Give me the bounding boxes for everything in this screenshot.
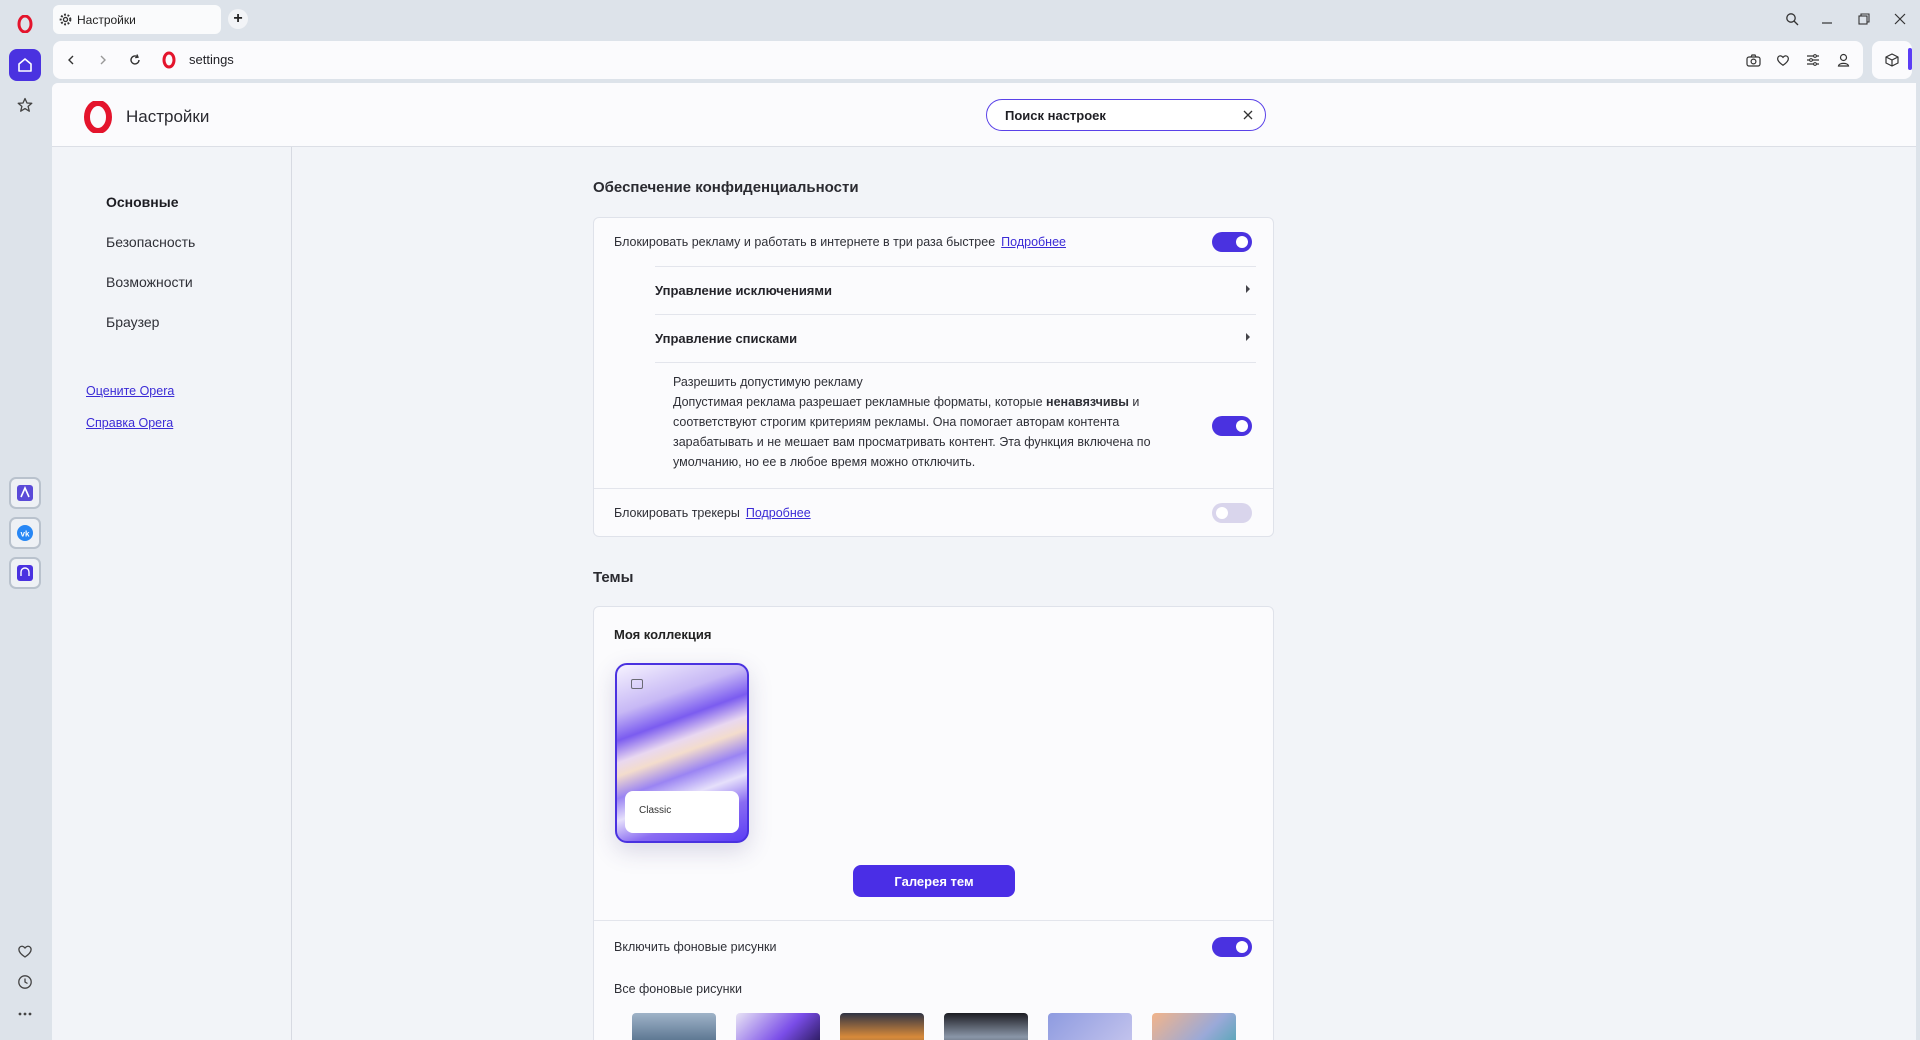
- back-icon[interactable]: [61, 50, 81, 70]
- opera-logo-icon: [162, 51, 176, 69]
- divider: [594, 920, 1273, 921]
- reload-icon[interactable]: [125, 50, 145, 70]
- wallpaper-thumb[interactable]: [1152, 1013, 1236, 1040]
- block-ads-label: Блокировать рекламу и работать в интерне…: [614, 235, 996, 249]
- opera-logo-icon: [84, 101, 112, 133]
- block-trackers-label: Блокировать трекеры: [614, 506, 740, 520]
- chevron-right-icon: [1246, 333, 1250, 341]
- settings-header: Настройки: [52, 83, 1916, 147]
- chevron-right-icon: [1246, 285, 1250, 293]
- gear-icon: [59, 13, 72, 26]
- heart-icon[interactable]: [9, 935, 41, 967]
- privacy-card: Блокировать рекламу и работать в интерне…: [593, 217, 1274, 537]
- music-player-icon[interactable]: [9, 557, 41, 589]
- account-icon[interactable]: [1833, 50, 1853, 70]
- svg-text:vk: vk: [21, 530, 30, 539]
- history-clock-icon[interactable]: [9, 966, 41, 998]
- backgrounds-toggle[interactable]: [1212, 937, 1252, 957]
- privacy-section-title: Обеспечение конфиденциальности: [593, 179, 859, 196]
- forward-icon[interactable]: [93, 50, 113, 70]
- nav-item-features[interactable]: Возможности: [106, 274, 193, 290]
- snapshot-camera-icon[interactable]: [1743, 50, 1763, 70]
- settings-nav: Основные Безопасность Возможности Браузе…: [52, 147, 292, 1040]
- more-dots-icon[interactable]: [9, 998, 41, 1030]
- minimize-icon[interactable]: [1815, 8, 1839, 30]
- manage-exceptions-label: Управление исключениями: [655, 283, 833, 298]
- wallpaper-thumb[interactable]: [1048, 1013, 1132, 1040]
- search-input[interactable]: [1005, 107, 1225, 123]
- my-collection-title: Моя коллекция: [614, 627, 712, 642]
- sidebar: vk: [0, 0, 50, 1040]
- page-title: Настройки: [126, 107, 210, 126]
- theme-card-classic[interactable]: Classic: [615, 663, 749, 843]
- block-ads-toggle[interactable]: [1212, 232, 1252, 252]
- themes-card: Моя коллекция Classic Галерея тем Включи…: [593, 606, 1274, 1040]
- bookmarks-star-icon[interactable]: [9, 89, 41, 121]
- clear-search-icon[interactable]: [1241, 108, 1255, 122]
- wallpaper-thumb[interactable]: [944, 1013, 1028, 1040]
- rate-opera-link[interactable]: Оцените Opera: [86, 384, 174, 398]
- manage-lists-label: Управление списками: [655, 331, 798, 346]
- settings-page: Настройки Основные Безопасность Возможно…: [52, 83, 1916, 1040]
- themes-section-title: Темы: [593, 569, 634, 586]
- acceptable-ads-block: Разрешить допустимую рекламу Допустимая …: [673, 372, 1193, 472]
- opera-help-link[interactable]: Справка Opera: [86, 416, 173, 430]
- block-ads-row: Блокировать рекламу и работать в интерне…: [614, 235, 1066, 249]
- bookmark-heart-icon[interactable]: [1773, 50, 1793, 70]
- easy-setup-icon[interactable]: [1803, 50, 1823, 70]
- block-trackers-toggle[interactable]: [1212, 503, 1252, 523]
- wallpaper-thumb[interactable]: [632, 1013, 716, 1040]
- all-backgrounds-label: Все фоновые рисунки: [614, 982, 742, 996]
- theme-gallery-button[interactable]: Галерея тем: [853, 865, 1015, 897]
- close-window-icon[interactable]: [1888, 8, 1912, 30]
- acceptable-ads-description: Допустимая реклама разрешает рекламные ф…: [673, 395, 1151, 469]
- extensions-cube-icon[interactable]: [1872, 41, 1912, 79]
- home-icon[interactable]: [9, 49, 41, 81]
- search-tabs-icon[interactable]: [1780, 8, 1804, 30]
- block-trackers-row: Блокировать трекеры Подробнее: [614, 506, 811, 520]
- manage-exceptions-row[interactable]: Управление исключениями: [655, 266, 1256, 314]
- theme-name: Classic: [625, 791, 739, 833]
- wallpaper-thumb[interactable]: [736, 1013, 820, 1040]
- backgrounds-toggle-label: Включить фоновые рисунки: [614, 940, 777, 954]
- block-ads-more-link[interactable]: Подробнее: [1001, 235, 1066, 249]
- nav-item-security[interactable]: Безопасность: [106, 234, 195, 250]
- divider: [594, 488, 1273, 489]
- block-trackers-more-link[interactable]: Подробнее: [746, 506, 811, 520]
- tab-settings[interactable]: Настройки: [53, 5, 221, 34]
- address-bar: settings: [53, 41, 1863, 79]
- image-icon: [631, 679, 643, 689]
- acceptable-ads-title: Разрешить допустимую рекламу: [673, 375, 863, 389]
- restore-icon[interactable]: [1852, 8, 1876, 30]
- url-text[interactable]: settings: [189, 52, 234, 67]
- acceptable-ads-toggle[interactable]: [1212, 416, 1252, 436]
- manage-lists-row[interactable]: Управление списками: [655, 314, 1256, 362]
- vk-icon[interactable]: vk: [9, 517, 41, 549]
- opera-menu-icon[interactable]: [9, 8, 41, 40]
- new-tab-button[interactable]: +: [228, 9, 248, 29]
- aria-app-icon[interactable]: [9, 477, 41, 509]
- tab-title: Настройки: [77, 12, 136, 27]
- sidebar-accent: [1908, 48, 1912, 70]
- nav-item-basic[interactable]: Основные: [106, 194, 179, 210]
- nav-item-browser[interactable]: Браузер: [106, 314, 159, 330]
- wallpaper-thumb[interactable]: [840, 1013, 924, 1040]
- settings-search[interactable]: [986, 99, 1266, 131]
- divider: [655, 362, 1256, 363]
